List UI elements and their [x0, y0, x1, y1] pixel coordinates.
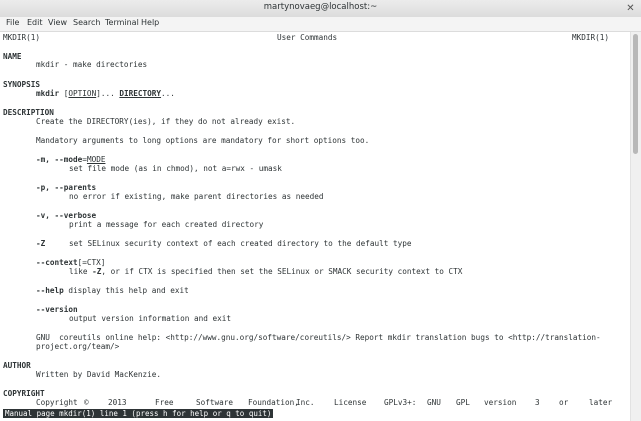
man-header-right: MKDIR(1) [572, 33, 610, 42]
opt-mode-name: -m, --mode [36, 155, 83, 164]
synopsis-option: OPTION [68, 89, 97, 98]
scrollbar[interactable] [630, 32, 641, 421]
copyright-w10: GPL [456, 398, 470, 407]
opt-context-arg: [=CTX] [77, 258, 106, 267]
opt-verbose-text: print a message for each created directo… [69, 220, 264, 229]
section-author: AUTHOR [3, 361, 31, 370]
opt-help-text: display this help and exit [63, 286, 189, 295]
man-header-left: MKDIR(1) [3, 33, 41, 42]
opt-mode-text: set file mode (as in chmod), not a=rwx -… [69, 164, 282, 173]
copyright-w0: Copyright [36, 398, 78, 407]
opt-help-flag: --help [36, 286, 64, 295]
copyright-w3: Free [155, 398, 174, 407]
opt-help-line: --help display this help and exit [36, 286, 189, 296]
copyright-w14: later [589, 398, 613, 407]
synopsis-line: mkdir [OPTION]... DIRECTORY... [36, 89, 175, 98]
copyright-w4: Software [196, 398, 234, 407]
opt-z-flag: -Z [36, 239, 46, 248]
menu-edit[interactable]: Edit [27, 18, 43, 27]
copyright-w6: Inc. [296, 398, 315, 407]
opt-z-text: set SELinux security context of each cre… [69, 239, 412, 248]
gnu-help-line-2: project.org/team/> [36, 342, 120, 351]
synopsis-cmd: mkdir [36, 89, 60, 98]
opt-context-text-b: , or if CTX is specified then set the SE… [101, 267, 463, 276]
opt-context-text: like -Z, or if CTX is specified then set… [69, 267, 462, 277]
section-name: NAME [3, 52, 22, 61]
title-bar[interactable]: martynovaeg@localhost:~ ✕ [0, 0, 641, 18]
name-line: mkdir - make directories [36, 60, 148, 69]
copyright-w5: Foundation, [248, 398, 299, 407]
author-line: Written by David MacKenzie. [36, 370, 161, 379]
gnu-help-line-1: GNU coreutils online help: <http://www.g… [36, 333, 601, 342]
copyright-w12: 3 [535, 398, 540, 407]
window-title: martynovaeg@localhost:~ [263, 2, 378, 12]
pager-status-line: Manual page mkdir(1) line 1 (press h for… [3, 409, 274, 418]
desc-line-2: Mandatory arguments to long options are … [36, 136, 370, 145]
section-synopsis: SYNOPSIS [3, 80, 41, 89]
menu-view[interactable]: View [48, 18, 67, 27]
synopsis-dots-1: ... [100, 89, 115, 98]
copyright-w11: version [484, 398, 517, 407]
man-header-center: User Commands [277, 33, 338, 42]
copyright-w9: GNU [427, 398, 441, 407]
menu-terminal[interactable]: Terminal [105, 18, 139, 27]
menu-bar: File Edit View Search Terminal Help [0, 17, 641, 32]
terminal-content[interactable]: MKDIR(1) User Commands MKDIR(1) NAME mkd… [0, 32, 631, 421]
desc-line-1: Create the DIRECTORY(ies), if they do no… [36, 117, 296, 126]
opt-parents-text: no error if existing, make parent direct… [69, 192, 324, 201]
opt-context-text-a: like [69, 267, 93, 276]
synopsis-directory: DIRECTORY [119, 89, 162, 98]
close-icon[interactable]: ✕ [624, 2, 637, 15]
copyright-w2: 2013 [108, 398, 127, 407]
copyright-w8: GPLv3+: [384, 398, 417, 407]
opt-version-text: output version information and exit [69, 314, 231, 323]
menu-search[interactable]: Search [73, 18, 100, 27]
menu-file[interactable]: File [6, 18, 19, 27]
menu-help[interactable]: Help [141, 18, 159, 27]
opt-context-name: --context [36, 258, 78, 267]
opt-mode-arg: MODE [86, 155, 106, 164]
copyright-w1: © [84, 398, 89, 407]
copyright-w7: License [334, 398, 367, 407]
terminal-window: martynovaeg@localhost:~ ✕ File Edit View… [0, 0, 641, 421]
scrollbar-thumb[interactable] [633, 34, 638, 154]
copyright-w13: or [559, 398, 569, 407]
synopsis-dots-2: ... [161, 89, 175, 98]
